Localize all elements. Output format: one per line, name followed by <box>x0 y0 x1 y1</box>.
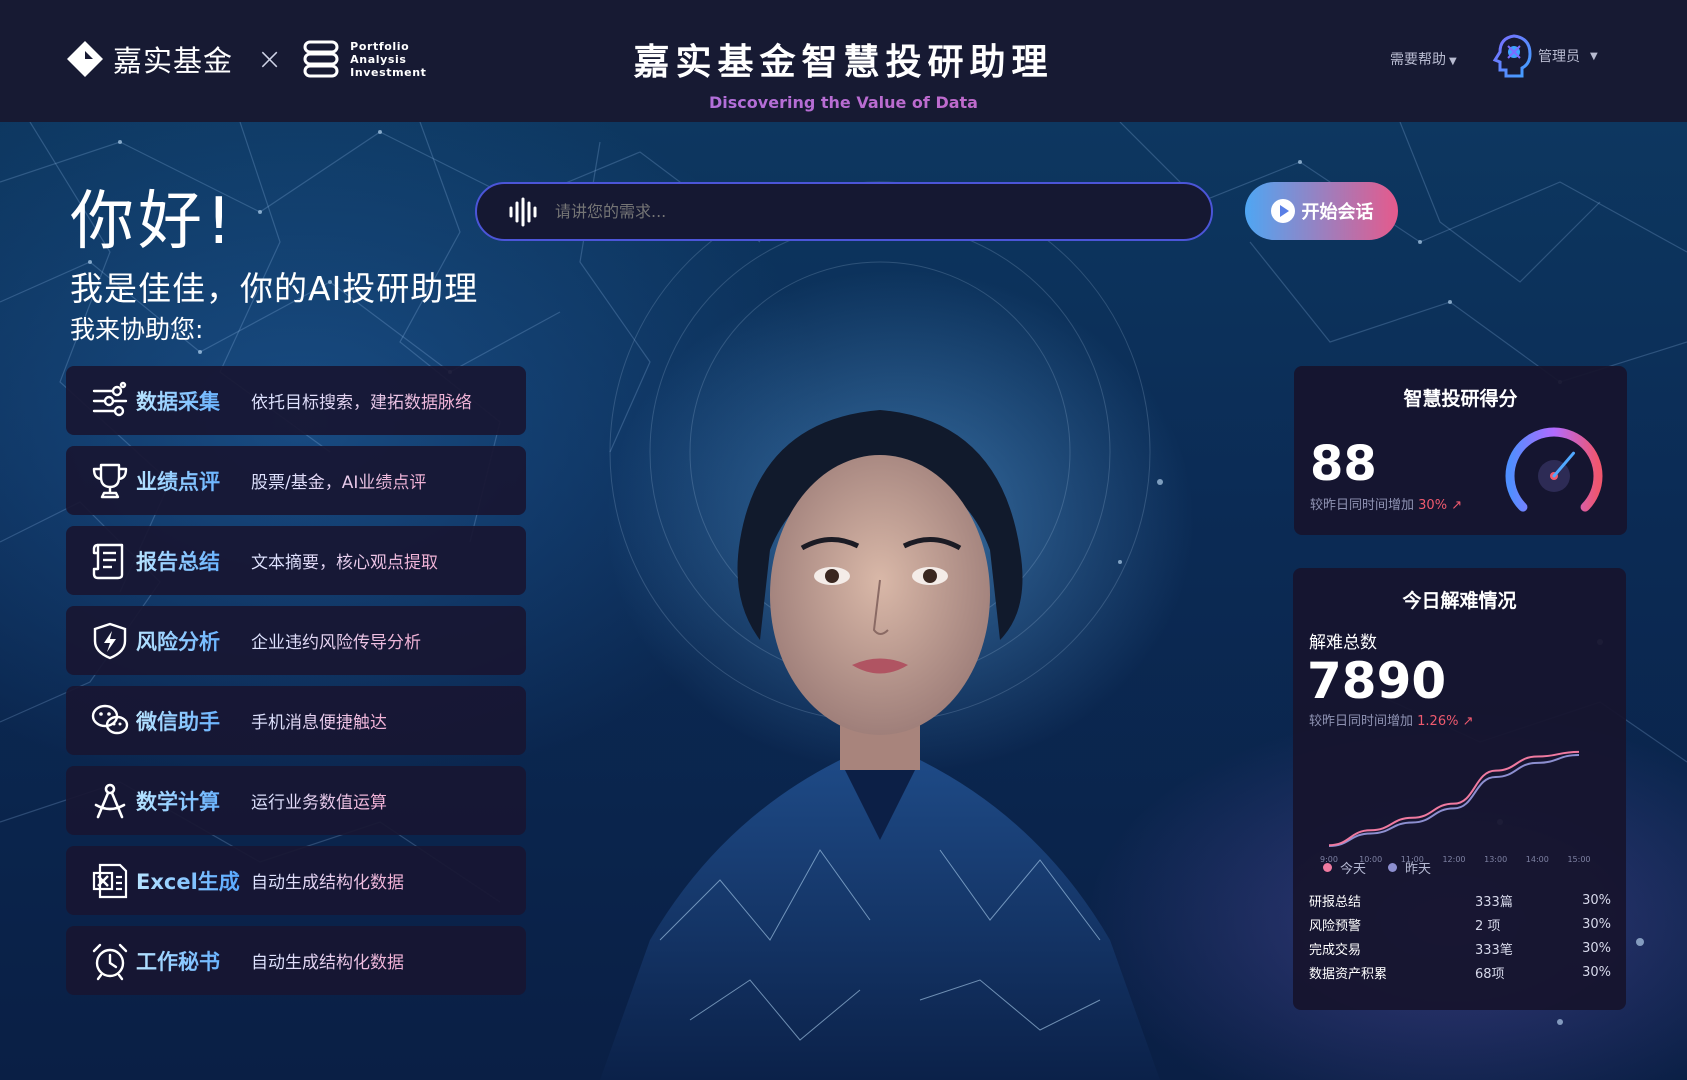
feature-desc: 文本摘要，核心观点提取 <box>251 548 438 573</box>
today-card: 今日解难情况 解难总数 7890 较昨日同时间增加 1.26% ↗ 9:00 10… <box>1293 568 1626 1010</box>
top-header: 嘉实基金 × Portfolio Analysis Investment 嘉实基… <box>0 0 1687 122</box>
score-gauge <box>1505 427 1603 512</box>
greeting-hello: 你好! <box>70 185 236 259</box>
wechat-icon <box>91 704 129 734</box>
score-note-prefix: 较昨日同时间增加 <box>1310 498 1415 513</box>
scroll-report-icon <box>92 543 124 579</box>
assistant-portrait <box>600 410 1160 1080</box>
feature-list: 数据采集 依托目标搜索，建拓数据脉络 业绩点评 股票/基金，AI业绩点评 报告总… <box>66 366 526 1006</box>
stat-value: 333篇 <box>1475 894 1513 910</box>
score-value: 88 <box>1310 436 1377 492</box>
stat-pct: 30% <box>1582 964 1611 980</box>
alarm-clock-icon <box>92 943 128 980</box>
feature-name: Excel生成 <box>136 866 251 896</box>
feature-work-secretary[interactable]: 工作秘书 自动生成结构化数据 <box>66 926 526 995</box>
feature-name: 工作秘书 <box>136 946 251 976</box>
series-line-today <box>1328 750 1580 847</box>
compass-icon <box>94 783 126 818</box>
feature-desc: 依托目标搜索，建拓数据脉络 <box>251 388 472 413</box>
stat-value: 333笔 <box>1475 942 1513 958</box>
search-input[interactable] <box>555 202 1155 221</box>
score-title: 智慧投研得分 <box>1403 388 1518 410</box>
excel-icon <box>92 863 128 898</box>
data-collection-icon <box>92 381 128 416</box>
stat-name: 完成交易 <box>1309 942 1362 958</box>
stat-name: 风险预警 <box>1309 918 1362 934</box>
legend-dot-today <box>1323 863 1332 872</box>
score-note-delta: 30% <box>1418 498 1448 513</box>
greeting-intro: 我是佳佳，你的AI投研助理 <box>70 269 479 308</box>
start-session-label: 开始会话 <box>1301 202 1374 223</box>
stat-name: 研报总结 <box>1309 894 1362 910</box>
feature-name: 微信助手 <box>136 706 251 736</box>
page-subtitle: Discovering the Value of Data <box>0 93 1687 112</box>
total-note: 较昨日同时间增加 1.26% ↗ <box>1309 710 1474 729</box>
feature-name: 报告总结 <box>136 546 251 576</box>
stat-pct: 30% <box>1582 892 1611 908</box>
feature-desc: 运行业务数值运算 <box>251 788 387 813</box>
stat-row: 研报总结 333篇 30% <box>1309 888 1611 912</box>
search-bar[interactable] <box>475 182 1213 241</box>
trophy-icon <box>92 463 128 498</box>
score-card: 智慧投研得分 88 较昨日同时间增加 30% ↗ <box>1294 366 1627 535</box>
feature-report-summary[interactable]: 报告总结 文本摘要，核心观点提取 <box>66 526 526 595</box>
feature-name: 数据采集 <box>136 386 251 416</box>
ai-head-avatar-icon <box>1492 34 1532 78</box>
feature-desc: 股票/基金，AI业绩点评 <box>251 468 426 493</box>
feature-name: 数学计算 <box>136 786 251 816</box>
help-menu[interactable]: 需要帮助 ▼ <box>1390 49 1457 69</box>
caret-down-icon: ▼ <box>1449 56 1457 67</box>
series-line-yesterday <box>1328 753 1580 847</box>
feature-desc: 自动生成结构化数据 <box>251 868 404 893</box>
total-value: 7890 <box>1307 652 1447 710</box>
feature-performance-review[interactable]: 业绩点评 股票/基金，AI业绩点评 <box>66 446 526 515</box>
feature-desc: 手机消息便捷触达 <box>251 708 387 733</box>
stat-row: 数据资产积累 68项 30% <box>1309 960 1611 984</box>
chart-legend: 今天 昨天 <box>1323 858 1453 877</box>
trend-up-icon: ↗ <box>1451 498 1463 513</box>
admin-label: 管理员 <box>1538 49 1580 65</box>
today-title: 今日解难情况 <box>1402 590 1517 612</box>
greeting-assist: 我来协助您: <box>70 315 204 344</box>
help-label: 需要帮助 <box>1390 52 1446 68</box>
stat-row: 风险预警 2 项 30% <box>1309 912 1611 936</box>
feature-desc: 自动生成结构化数据 <box>251 948 404 973</box>
legend-today-label: 今天 <box>1340 862 1367 877</box>
stats-table: 研报总结 333篇 30% 风险预警 2 项 30% 完成交易 333笔 30%… <box>1309 888 1611 984</box>
total-label: 解难总数 <box>1309 633 1377 653</box>
trend-up-icon: ↗ <box>1462 714 1474 729</box>
legend-yesterday-label: 昨天 <box>1405 862 1432 877</box>
feature-data-collection[interactable]: 数据采集 依托目标搜索，建拓数据脉络 <box>66 366 526 435</box>
shield-bolt-icon <box>93 622 127 659</box>
caret-down-icon: ▼ <box>1590 50 1598 62</box>
total-note-delta: 1.26% <box>1417 714 1459 729</box>
feature-math-calc[interactable]: 数学计算 运行业务数值运算 <box>66 766 526 835</box>
stat-pct: 30% <box>1582 916 1611 932</box>
stat-name: 数据资产积累 <box>1309 966 1388 982</box>
legend-dot-yesterday <box>1388 863 1398 872</box>
x-tick-label: 14:00 <box>1526 855 1549 864</box>
feature-desc: 企业违约风险传导分析 <box>251 628 421 653</box>
voice-wave-icon[interactable] <box>507 197 541 227</box>
stat-row: 完成交易 333笔 30% <box>1309 936 1611 960</box>
legend-today[interactable]: 今天 <box>1323 858 1366 877</box>
feature-risk-analysis[interactable]: 风险分析 企业违约风险传导分析 <box>66 606 526 675</box>
x-tick-label: 15:00 <box>1567 855 1590 864</box>
admin-menu[interactable]: 管理员 ▼ <box>1492 34 1598 78</box>
total-note-prefix: 较昨日同时间增加 <box>1309 714 1414 729</box>
trend-line-chart: 9:00 10:00 11:00 12:00 13:00 14:00 15:00 <box>1320 750 1591 864</box>
feature-wechat-assistant[interactable]: 微信助手 手机消息便捷触达 <box>66 686 526 755</box>
feature-excel-generate[interactable]: Excel生成 自动生成结构化数据 <box>66 846 526 915</box>
stat-pct: 30% <box>1582 940 1611 956</box>
feature-name: 风险分析 <box>136 626 251 656</box>
score-note: 较昨日同时间增加 30% ↗ <box>1310 494 1462 513</box>
start-session-button[interactable]: 开始会话 <box>1245 182 1398 240</box>
legend-yesterday[interactable]: 昨天 <box>1388 858 1431 877</box>
x-tick-label: 13:00 <box>1484 855 1507 864</box>
stat-value: 68项 <box>1475 966 1505 982</box>
play-icon <box>1270 199 1295 223</box>
feature-name: 业绩点评 <box>136 466 251 496</box>
stat-value: 2 项 <box>1475 918 1501 934</box>
